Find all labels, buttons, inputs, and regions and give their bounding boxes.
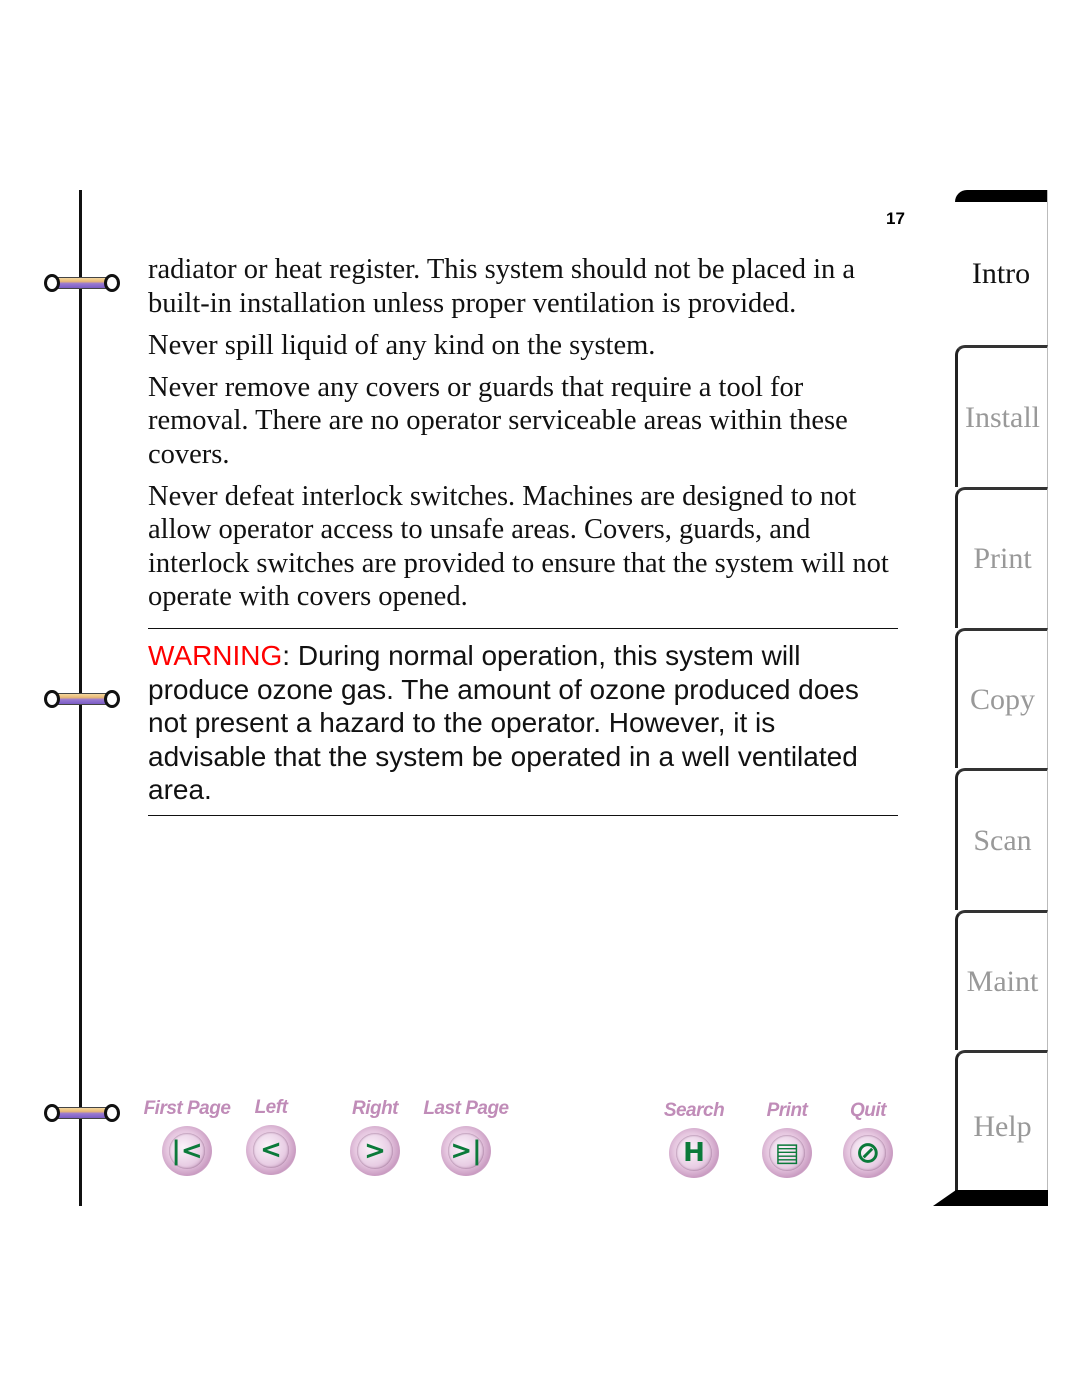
- left-arrow-icon: <: [246, 1125, 296, 1175]
- tab-bottom-cap: [933, 1190, 1048, 1206]
- first-page-button[interactable]: First Page |<: [140, 1098, 234, 1176]
- right-button[interactable]: Right >: [330, 1098, 420, 1176]
- tab-label: Scan: [973, 823, 1032, 857]
- tab-label: Intro: [971, 256, 1031, 290]
- tab-label: Copy: [969, 682, 1035, 716]
- tab-intro[interactable]: Intro: [955, 190, 1048, 345]
- paragraph: Never remove any covers or guards that r…: [148, 371, 848, 470]
- paragraph: Never spill liquid of any kind on the sy…: [148, 329, 656, 361]
- document-icon: ▤: [762, 1128, 812, 1178]
- no-entry-icon: ⊘: [843, 1128, 893, 1178]
- right-arrow-icon: >: [350, 1126, 400, 1176]
- left-button[interactable]: Left <: [226, 1097, 316, 1175]
- first-page-icon: |<: [162, 1126, 212, 1176]
- tab-install[interactable]: Install: [955, 345, 1048, 487]
- button-label: Left: [254, 1097, 288, 1118]
- paragraph: radiator or heat register. This system s…: [148, 254, 856, 319]
- tab-help[interactable]: Help: [955, 1050, 1048, 1200]
- tab-maint[interactable]: Maint: [955, 910, 1048, 1050]
- last-page-button[interactable]: Last Page >|: [418, 1098, 514, 1176]
- tab-scan[interactable]: Scan: [955, 768, 1048, 910]
- search-button[interactable]: Search H: [649, 1100, 739, 1178]
- binder-ring-icon: [44, 274, 120, 292]
- button-label: First Page: [143, 1098, 231, 1119]
- page-content: radiator or heat register. This system s…: [148, 253, 898, 816]
- paragraph: Never defeat interlock switches. Machine…: [148, 480, 889, 613]
- quit-button[interactable]: Quit ⊘: [823, 1100, 913, 1178]
- divider: [148, 627, 898, 629]
- tab-copy[interactable]: Copy: [955, 628, 1048, 768]
- button-label: Quit: [850, 1100, 887, 1121]
- tab-label: Install: [965, 400, 1040, 434]
- button-label: Right: [351, 1098, 399, 1119]
- tab-label: Help: [973, 1109, 1032, 1143]
- button-label: Print: [766, 1100, 808, 1121]
- last-page-icon: >|: [441, 1126, 491, 1176]
- tab-label: Maint: [966, 964, 1039, 998]
- section-tabs: Intro Install Print Copy Scan Maint Help: [933, 190, 1048, 1206]
- tab-label: Print: [973, 542, 1032, 575]
- button-label: Search: [663, 1100, 725, 1121]
- tab-print[interactable]: Print: [955, 487, 1048, 628]
- divider: [148, 814, 898, 816]
- warning-label: WARNING: [148, 640, 283, 671]
- print-button[interactable]: Print ▤: [742, 1100, 832, 1178]
- binder-ring-icon: [44, 690, 120, 708]
- page-number: 17: [886, 209, 905, 228]
- binder-ring-icon: [44, 1104, 120, 1122]
- warning-block: WARNING: During normal operation, this s…: [148, 639, 898, 807]
- button-label: Last Page: [423, 1098, 509, 1119]
- binoculars-icon: H: [669, 1128, 719, 1178]
